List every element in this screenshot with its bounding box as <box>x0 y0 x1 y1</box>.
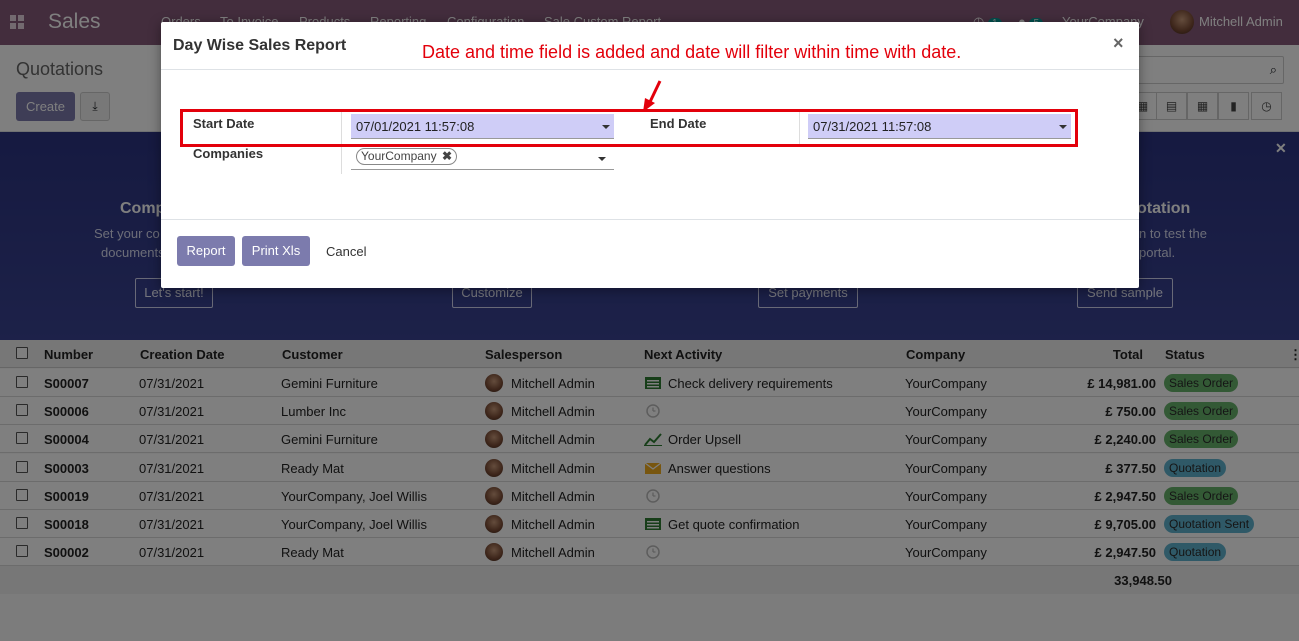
close-dialog-icon[interactable]: × <box>1113 33 1124 54</box>
annotation-highlight-box <box>180 109 1078 147</box>
print-xls-button[interactable]: Print Xls <box>242 236 310 266</box>
companies-label: Companies <box>193 146 264 161</box>
dialog-title: Day Wise Sales Report <box>173 37 347 54</box>
chevron-down-icon[interactable] <box>598 157 606 161</box>
company-tag-label: YourCompany <box>361 149 437 163</box>
footer-divider <box>161 219 1139 220</box>
cancel-button[interactable]: Cancel <box>326 244 366 259</box>
companies-input[interactable]: YourCompany ✖ <box>351 146 614 170</box>
report-button[interactable]: Report <box>177 236 235 266</box>
company-tag: YourCompany ✖ <box>356 148 458 165</box>
remove-tag-icon[interactable]: ✖ <box>442 149 452 163</box>
header-divider <box>161 69 1139 70</box>
annotation-text: Date and time field is added and date wi… <box>422 42 962 62</box>
